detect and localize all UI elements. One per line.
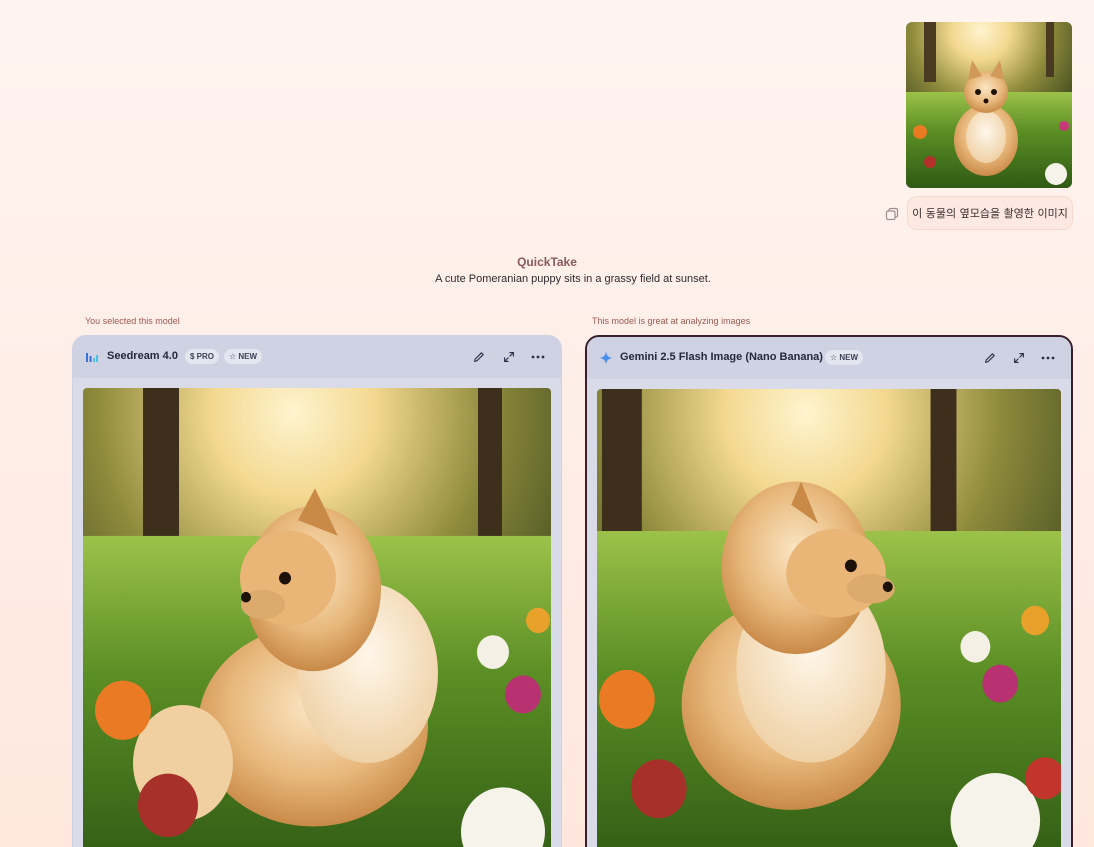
card-caption-selected: You selected this model	[85, 316, 180, 326]
user-message-text: 이 동물의 옆모습을 촬영한 이미지	[912, 207, 1068, 220]
user-attached-image[interactable]	[906, 22, 1072, 188]
expand-icon	[1014, 353, 1024, 363]
generated-image[interactable]	[597, 389, 1061, 847]
more-options-button[interactable]	[1038, 348, 1058, 368]
more-options-button[interactable]	[528, 347, 548, 367]
model-name: Seedream 4.0	[107, 350, 178, 362]
new-badge: ☆ NEW	[825, 350, 864, 365]
edit-button[interactable]	[469, 347, 489, 367]
more-icon	[531, 355, 545, 359]
puppy-photo-thumbnail	[906, 22, 1072, 188]
puppy-side-view-image	[83, 388, 551, 847]
card-header: Seedream 4.0 $ PRO ☆ NEW	[73, 336, 561, 378]
more-icon	[1041, 356, 1055, 360]
model-card-seedream[interactable]: Seedream 4.0 $ PRO ☆ NEW	[72, 335, 562, 847]
gemini-sparkle-icon	[599, 351, 613, 365]
card-header: Gemini 2.5 Flash Image (Nano Banana) ☆ N…	[587, 337, 1071, 379]
edit-button[interactable]	[980, 348, 1000, 368]
quicktake-summary: A cute Pomeranian puppy sits in a grassy…	[435, 273, 711, 285]
user-message-bubble: 이 동물의 옆모습을 촬영한 이미지	[907, 196, 1073, 230]
expand-icon	[504, 352, 514, 362]
expand-button[interactable]	[1009, 348, 1029, 368]
edit-icon	[474, 352, 484, 362]
quicktake-title: QuickTake	[517, 255, 577, 269]
seedream-bars-icon	[85, 350, 99, 364]
expand-button[interactable]	[499, 347, 519, 367]
edit-icon	[985, 353, 995, 363]
pro-badge: $ PRO	[185, 349, 220, 364]
new-badge: ☆ NEW	[224, 349, 263, 364]
generated-image[interactable]	[83, 388, 551, 847]
puppy-side-view-image	[597, 389, 1061, 847]
model-name: Gemini 2.5 Flash Image (Nano Banana)	[620, 351, 823, 363]
card-caption-analysis: This model is great at analyzing images	[592, 316, 751, 326]
copy-icon[interactable]	[884, 206, 900, 222]
model-card-gemini[interactable]: Gemini 2.5 Flash Image (Nano Banana) ☆ N…	[585, 335, 1073, 847]
